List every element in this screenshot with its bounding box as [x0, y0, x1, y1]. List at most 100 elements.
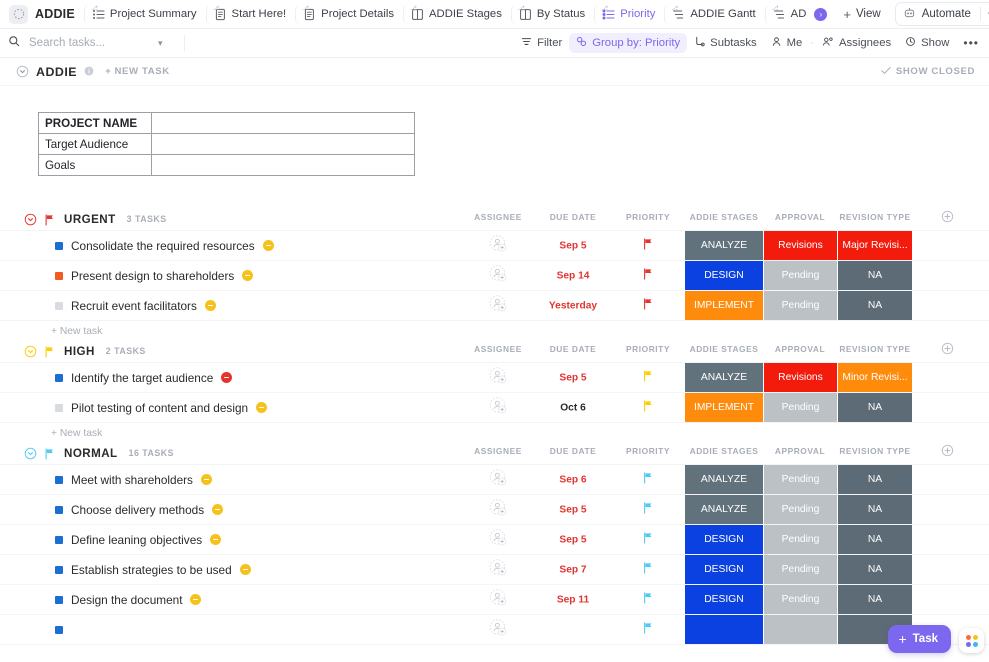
table-row[interactable]: Establish strategies to be used Sep 7 DESI… — [0, 555, 989, 585]
approval-cell[interactable]: Revisions — [764, 231, 837, 260]
due-date-cell[interactable]: Sep 5 — [559, 534, 586, 545]
search-chevron-down-icon[interactable]: ▾ — [158, 38, 163, 49]
revision-type-cell[interactable]: NA — [838, 291, 912, 320]
task-status-square[interactable] — [55, 535, 63, 544]
approval-cell[interactable]: Pending — [764, 495, 837, 524]
task-blocked-badge[interactable] — [262, 240, 274, 251]
project-info-value[interactable] — [151, 154, 415, 176]
add-column-button[interactable] — [941, 210, 954, 228]
show-closed-button[interactable]: SHOW CLOSED — [881, 66, 975, 78]
addie-stage-cell[interactable]: IMPLEMENT — [685, 393, 763, 422]
addie-stage-cell[interactable]: DESIGN — [685, 261, 763, 290]
table-row[interactable]: Recruit event facilitators Yesterday IMPLE… — [0, 291, 989, 320]
assignee-avatar-placeholder[interactable] — [489, 468, 507, 490]
task-blocked-badge[interactable] — [212, 504, 224, 515]
table-row[interactable]: Meet with shareholders Sep 6 ANALYZE Pendin… — [0, 465, 989, 495]
task-blocked-badge[interactable] — [221, 372, 233, 383]
task-blocked-badge[interactable] — [239, 564, 251, 575]
due-date-cell[interactable]: Oct 6 — [560, 402, 585, 413]
addie-stage-cell[interactable]: DESIGN — [685, 525, 763, 554]
due-date-cell[interactable]: Sep 5 — [559, 504, 586, 515]
task-blocked-badge[interactable] — [200, 474, 212, 485]
table-row[interactable]: Design the document Sep 11 DESIGN Pending NA — [0, 585, 989, 615]
addie-stage-cell[interactable]: DESIGN — [685, 555, 763, 584]
addie-stage-cell[interactable]: ANALYZE — [685, 363, 763, 392]
priority-cell[interactable] — [643, 237, 654, 255]
view-tab-project-summary[interactable]: ⎇ Project Summary — [83, 4, 204, 24]
approval-cell[interactable]: Pending — [764, 291, 837, 320]
project-info-value[interactable] — [151, 133, 415, 155]
task-status-square[interactable] — [55, 625, 63, 634]
approval-cell[interactable]: Revisions — [764, 363, 837, 392]
subtasks-button[interactable]: Subtasks — [687, 33, 763, 53]
table-row[interactable]: Define leaning objectives Sep 5 DESIGN Pend… — [0, 525, 989, 555]
assignee-cell[interactable] — [489, 264, 507, 287]
table-row[interactable]: Choose delivery methods Sep 5 ANALYZE Pendi… — [0, 495, 989, 525]
approval-cell[interactable] — [764, 615, 837, 644]
assignee-cell[interactable] — [489, 294, 507, 317]
table-row[interactable]: Present design to shareholders Sep 14 DESI… — [0, 261, 989, 291]
addie-stage-cell[interactable]: ANALYZE — [685, 231, 763, 260]
addie-stage-cell[interactable]: ANALYZE — [685, 495, 763, 524]
view-tab-start-here[interactable]: ⎇ Start Here! — [205, 4, 294, 24]
revision-type-cell[interactable]: Minor Revisi... — [838, 363, 912, 392]
collapse-list-caret-icon[interactable] — [16, 65, 29, 78]
task-status-square[interactable] — [55, 271, 63, 280]
revision-type-cell[interactable]: NA — [838, 261, 912, 290]
priority-cell[interactable] — [643, 399, 654, 417]
priority-cell[interactable] — [643, 501, 654, 519]
due-date-cell[interactable]: Sep 5 — [559, 240, 586, 251]
due-date-cell[interactable]: Sep 5 — [559, 372, 586, 383]
assignee-cell[interactable] — [489, 366, 507, 389]
task-blocked-badge[interactable] — [190, 594, 202, 605]
task-blocked-badge[interactable] — [210, 534, 222, 545]
priority-cell[interactable] — [643, 369, 654, 387]
priority-cell[interactable] — [643, 297, 654, 315]
task-blocked-badge[interactable] — [242, 270, 254, 281]
priority-cell[interactable] — [643, 591, 654, 609]
task-blocked-badge[interactable] — [204, 300, 216, 311]
addie-stage-cell[interactable]: IMPLEMENT — [685, 291, 763, 320]
task-status-square[interactable] — [55, 241, 63, 250]
more-options-button[interactable]: ••• — [956, 33, 981, 53]
filter-button[interactable]: Filter — [514, 33, 569, 53]
addie-stage-cell[interactable]: DESIGN — [685, 585, 763, 614]
revision-type-cell[interactable]: NA — [838, 585, 912, 614]
info-icon[interactable] — [84, 63, 94, 81]
table-row[interactable]: Identify the target audience Sep 5 ANALYZE… — [0, 363, 989, 393]
assignee-avatar-placeholder[interactable] — [489, 294, 507, 316]
assignee-avatar-placeholder[interactable] — [489, 498, 507, 520]
assignee-cell[interactable] — [489, 234, 507, 257]
assignee-cell[interactable] — [489, 618, 507, 641]
add-new-task-button[interactable]: + New task — [0, 422, 989, 439]
assignee-avatar-placeholder[interactable] — [489, 234, 507, 256]
assignee-avatar-placeholder[interactable] — [489, 588, 507, 610]
assignee-cell[interactable] — [489, 498, 507, 521]
task-status-square[interactable] — [55, 595, 63, 604]
revision-type-cell[interactable]: NA — [838, 393, 912, 422]
priority-cell[interactable] — [643, 621, 654, 639]
due-date-cell[interactable]: Sep 14 — [557, 270, 590, 281]
view-tab-ad[interactable]: ⎇ AD › — [764, 4, 835, 24]
addie-stage-cell[interactable] — [685, 615, 763, 644]
task-status-square[interactable] — [55, 373, 63, 382]
priority-cell[interactable] — [643, 531, 654, 549]
view-tab-project-details[interactable]: ⎇ Project Details — [295, 4, 401, 24]
priority-cell[interactable] — [643, 471, 654, 489]
task-blocked-badge[interactable] — [256, 402, 268, 413]
assignee-avatar-placeholder[interactable] — [489, 558, 507, 580]
assignee-avatar-placeholder[interactable] — [489, 528, 507, 550]
approval-cell[interactable]: Pending — [764, 525, 837, 554]
assignee-avatar-placeholder[interactable] — [489, 396, 507, 418]
new-task-button[interactable]: + NEW TASK — [105, 66, 170, 77]
addie-stage-cell[interactable]: ANALYZE — [685, 465, 763, 494]
project-info-value[interactable] — [151, 112, 415, 134]
view-tab-priority[interactable]: ⎇ Priority — [594, 4, 662, 24]
search-input[interactable] — [27, 36, 151, 50]
me-button[interactable]: Me — [764, 33, 810, 53]
space-chip[interactable]: ADDIE — [6, 3, 83, 26]
priority-cell[interactable] — [643, 267, 654, 285]
revision-type-cell[interactable]: NA — [838, 555, 912, 584]
assignees-button[interactable]: Assignees — [815, 33, 898, 53]
revision-type-cell[interactable]: Major Revisi... — [838, 231, 912, 260]
